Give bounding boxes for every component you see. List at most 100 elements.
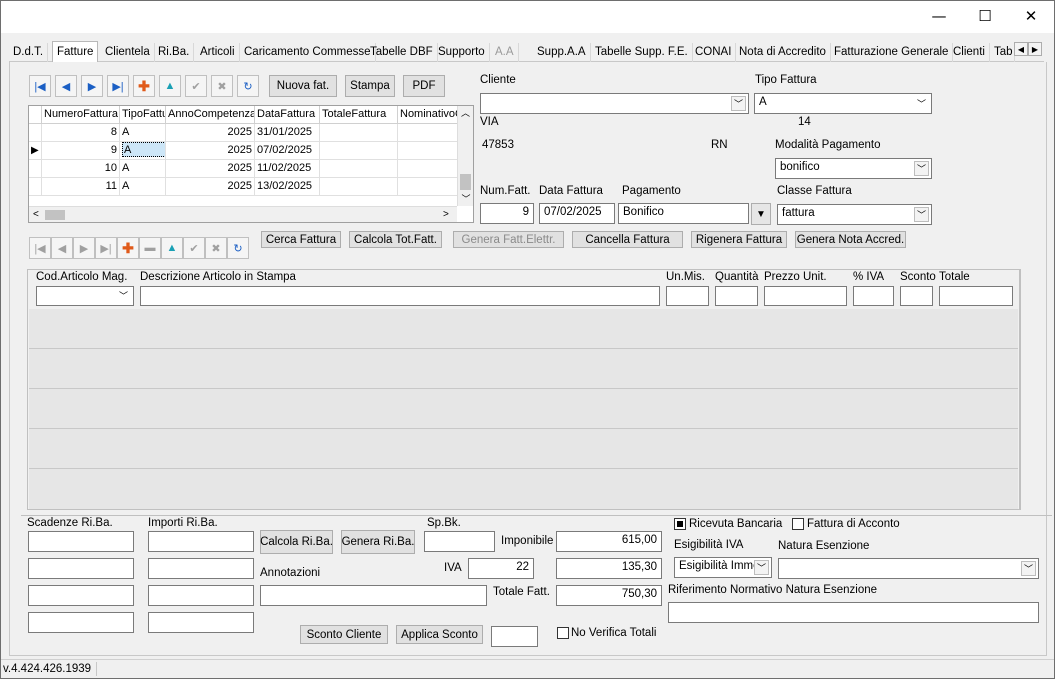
importo-field-1[interactable] xyxy=(148,531,254,552)
first-record-icon[interactable]: |◀ xyxy=(29,75,51,97)
applica-sconto-button[interactable]: Applica Sconto xyxy=(396,625,483,644)
spbk-field[interactable] xyxy=(424,531,495,552)
last-row-icon[interactable]: ▶| xyxy=(95,237,117,259)
modalita-pagamento-combo[interactable]: bonifico ﹀ xyxy=(775,158,932,179)
refresh-icon[interactable]: ↻ xyxy=(237,75,259,97)
cell-tipo[interactable]: A xyxy=(120,178,166,196)
nuova-fattura-button[interactable]: Nuova fat. xyxy=(269,75,337,97)
tipo-fattura-combo[interactable]: A ﹀ xyxy=(754,93,932,114)
iva-perc-footer-field[interactable]: 22 xyxy=(468,558,534,579)
cancel-record-icon[interactable]: ✖ xyxy=(211,75,233,97)
scadenza-field-1[interactable] xyxy=(28,531,134,552)
post-record-icon[interactable]: ✔ xyxy=(185,75,207,97)
line-row[interactable] xyxy=(29,389,1018,429)
col-header[interactable]: NumeroFattura xyxy=(42,106,120,124)
tab-ddt[interactable]: D.d.T. xyxy=(9,43,49,62)
scadenza-field-3[interactable] xyxy=(28,585,134,606)
chevron-down-icon[interactable]: ﹀ xyxy=(1021,561,1036,576)
cell-tipo-selected[interactable]: A xyxy=(120,142,166,160)
annotazioni-field[interactable] xyxy=(260,585,487,606)
scadenza-field-4[interactable] xyxy=(28,612,134,633)
genera-nota-accredito-button[interactable]: Genera Nota Accred. xyxy=(795,231,906,248)
col-header[interactable]: TipoFattu xyxy=(120,106,166,124)
horizontal-scrollbar[interactable]: < > xyxy=(29,206,457,222)
line-row[interactable] xyxy=(29,309,1018,349)
pagamento-field[interactable]: Bonifico xyxy=(618,203,749,224)
tab-supp[interactable]: Supp.A.A xyxy=(533,43,591,62)
post-row-icon[interactable]: ✔ xyxy=(183,237,205,259)
unita-misura-field[interactable] xyxy=(666,286,709,306)
next-record-icon[interactable]: ▶ xyxy=(81,75,103,97)
tab-caricamento-commesse[interactable]: Caricamento Commesse xyxy=(240,43,376,62)
importo-field-2[interactable] xyxy=(148,558,254,579)
importo-field-3[interactable] xyxy=(148,585,254,606)
rigenera-fattura-button[interactable]: Rigenera Fattura xyxy=(691,231,787,248)
tab-riba[interactable]: Ri.Ba. xyxy=(154,43,195,62)
iva-perc-field[interactable] xyxy=(853,286,894,306)
line-row[interactable] xyxy=(29,429,1018,469)
cell-data[interactable]: 13/02/2025 xyxy=(255,178,320,196)
ricevuta-bancaria-checkbox[interactable] xyxy=(674,518,686,530)
genera-fatt-elettr-button[interactable]: Genera Fatt.Elettr. xyxy=(453,231,564,248)
next-row-icon[interactable]: ▶ xyxy=(73,237,95,259)
col-header[interactable]: AnnoCompetenza xyxy=(166,106,255,124)
edit-record-icon[interactable]: ▲ xyxy=(159,75,181,97)
genera-riba-button[interactable]: Genera Ri.Ba. xyxy=(341,530,415,554)
classe-fattura-combo[interactable]: fattura ﹀ xyxy=(777,204,932,225)
tab-articoli[interactable]: Articoli xyxy=(196,43,240,62)
cell-data[interactable]: 07/02/2025 xyxy=(255,142,320,160)
pagamento-dropdown-icon[interactable]: ▼ xyxy=(751,203,771,225)
chevron-down-icon[interactable]: ﹀ xyxy=(914,96,929,111)
tab-scroll-right-icon[interactable]: ▶ xyxy=(1028,42,1042,56)
cancella-fattura-button[interactable]: Cancella Fattura xyxy=(572,231,683,248)
last-record-icon[interactable]: ▶| xyxy=(107,75,129,97)
cell-anno[interactable]: 2025 xyxy=(166,178,255,196)
chevron-down-icon[interactable]: ﹀ xyxy=(914,161,929,176)
esigibilita-iva-combo[interactable]: Esigibilità Immed ﹀ xyxy=(674,557,772,578)
delete-row-icon[interactable]: ▬ xyxy=(139,237,161,259)
tab-nota-accredito[interactable]: Nota di Accredito xyxy=(735,43,831,62)
first-row-icon[interactable]: |◀ xyxy=(29,237,51,259)
tab-clienti[interactable]: Clienti xyxy=(949,43,990,62)
iva-value-field[interactable]: 135,30 xyxy=(556,558,662,579)
sconto-value-field[interactable] xyxy=(491,626,538,647)
maximize-button[interactable]: ☐ xyxy=(962,1,1008,31)
cell-tipo[interactable]: A xyxy=(120,124,166,142)
cell-anno[interactable]: 2025 xyxy=(166,124,255,142)
col-header[interactable]: NominativoC xyxy=(398,106,458,124)
tab-fatture[interactable]: Fatture xyxy=(52,41,99,63)
cell-data[interactable]: 31/01/2025 xyxy=(255,124,320,142)
quantita-field[interactable] xyxy=(715,286,758,306)
cell-anno[interactable]: 2025 xyxy=(166,142,255,160)
prev-row-icon[interactable]: ◀ xyxy=(51,237,73,259)
totale-fatt-field[interactable]: 750,30 xyxy=(556,585,662,606)
scadenza-field-2[interactable] xyxy=(28,558,134,579)
line-row[interactable] xyxy=(29,469,1018,509)
prezzo-unitario-field[interactable] xyxy=(764,286,847,306)
close-button[interactable]: ✕ xyxy=(1008,1,1054,31)
insert-record-icon[interactable]: ✚ xyxy=(133,75,155,97)
natura-esenzione-combo[interactable]: ﹀ xyxy=(778,558,1039,579)
cell-num[interactable]: 11 xyxy=(42,178,120,196)
vertical-scrollbar[interactable]: ︿ ﹀ xyxy=(457,106,473,206)
cancel-row-icon[interactable]: ✖ xyxy=(205,237,227,259)
edit-row-icon[interactable]: ▲ xyxy=(161,237,183,259)
chevron-down-icon[interactable]: ﹀ xyxy=(754,560,769,575)
sconto-field[interactable] xyxy=(900,286,933,306)
tab-fatturazione-generale[interactable]: Fatturazione Generale xyxy=(830,43,954,62)
insert-row-icon[interactable]: ✚ xyxy=(117,237,139,259)
calcola-totale-button[interactable]: Calcola Tot.Fatt. xyxy=(349,231,442,248)
num-fatt-field[interactable]: 9 xyxy=(480,203,534,224)
line-row[interactable] xyxy=(29,349,1018,389)
tab-scroll-left-icon[interactable]: ◀ xyxy=(1014,42,1028,56)
cliente-combo[interactable]: ﹀ xyxy=(480,93,749,114)
refresh-rows-icon[interactable]: ↻ xyxy=(227,237,249,259)
tab-tab[interactable]: Tab xyxy=(990,43,1015,62)
cell-num[interactable]: 10 xyxy=(42,160,120,178)
cell-data[interactable]: 11/02/2025 xyxy=(255,160,320,178)
tab-blurred[interactable]: A.A xyxy=(491,43,519,62)
cod-articolo-combo[interactable]: ﹀ xyxy=(36,286,134,306)
pdf-button[interactable]: PDF xyxy=(403,75,445,97)
stampa-button[interactable]: Stampa xyxy=(345,75,395,97)
chevron-down-icon[interactable]: ﹀ xyxy=(731,96,746,111)
